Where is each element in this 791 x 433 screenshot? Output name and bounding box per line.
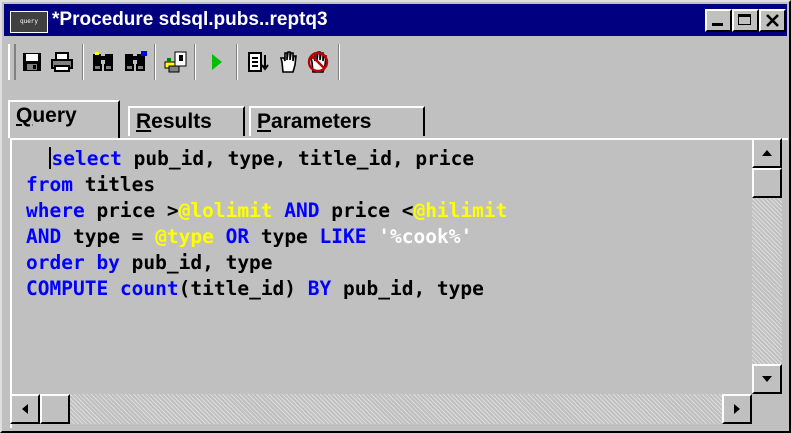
- query-app-icon[interactable]: query: [10, 11, 48, 33]
- horizontal-scroll-thumb[interactable]: [40, 394, 70, 424]
- horizontal-scrollbar[interactable]: [10, 394, 752, 424]
- toolbar-separator: [82, 44, 84, 80]
- scroll-left-button[interactable]: [10, 394, 40, 424]
- arrow-down-icon: [762, 376, 772, 382]
- toolbar: [4, 38, 787, 88]
- clear-breakpoint-button[interactable]: [304, 48, 332, 76]
- window-title: *Procedure sdsql.pubs..reptq3: [52, 9, 328, 30]
- save-icon: [23, 53, 41, 71]
- toolbar-separator: [154, 44, 156, 80]
- print-icon: [51, 52, 73, 72]
- run-button[interactable]: [202, 48, 230, 76]
- toolbar-separator: [236, 44, 238, 80]
- code-keyword: OR: [225, 225, 250, 248]
- code-text-run: (title_id): [178, 277, 308, 300]
- clear-breakpoint-icon: [307, 51, 329, 73]
- tab-parameters-label: arameters: [271, 110, 372, 133]
- code-text[interactable]: select pub_id, type, title_id, price fro…: [26, 146, 507, 302]
- run-icon: [212, 54, 222, 70]
- find-next-icon: [125, 51, 147, 71]
- find-next-button[interactable]: [122, 48, 150, 76]
- arrow-left-icon: [22, 404, 28, 414]
- code-keyword: select: [51, 147, 122, 170]
- code-text-run: pub_id, type, title_id, price: [121, 147, 475, 170]
- tab-parameters[interactable]: Parameters: [249, 106, 425, 136]
- code-text-run: [214, 225, 226, 248]
- tab-parameters-mnemonic: P: [257, 110, 272, 133]
- scroll-down-button[interactable]: [752, 364, 782, 394]
- save-button[interactable]: [18, 48, 46, 76]
- tab-results[interactable]: Results: [128, 106, 245, 136]
- minimize-button[interactable]: [705, 9, 732, 32]
- code-text-run: [108, 277, 120, 300]
- maximize-button[interactable]: [732, 9, 759, 32]
- code-variable: @hilimit: [413, 199, 508, 222]
- step-button[interactable]: [244, 48, 272, 76]
- print-button[interactable]: [48, 48, 76, 76]
- debug-icon: [164, 51, 187, 73]
- scroll-up-button[interactable]: [752, 138, 782, 168]
- close-icon: [766, 14, 779, 27]
- title-bar[interactable]: query *Procedure sdsql.pubs..reptq3: [4, 4, 787, 36]
- code-text-run: [273, 199, 285, 222]
- arrow-right-icon: [734, 404, 740, 414]
- toolbar-separator: [338, 44, 340, 80]
- tab-query-label: uery: [32, 104, 77, 127]
- code-keyword: from: [26, 173, 73, 196]
- code-keyword: order by: [26, 251, 120, 274]
- code-text-run: pub_id, type: [119, 251, 273, 274]
- code-text-run: titles: [72, 173, 156, 196]
- procedure-window: query *Procedure sdsql.pubs..reptq3 Quer…: [0, 0, 791, 433]
- code-text-run: type =: [61, 225, 156, 248]
- tab-query[interactable]: Query: [8, 100, 120, 138]
- code-keyword: count: [119, 277, 179, 300]
- toolbar-grip[interactable]: [8, 44, 16, 80]
- vertical-scroll-thumb[interactable]: [752, 168, 782, 198]
- code-string: '%cook%': [378, 225, 473, 248]
- toolbar-separator: [194, 44, 196, 80]
- code-text-run: price >: [84, 199, 179, 222]
- maximize-icon: [738, 14, 751, 25]
- code-variable: @lolimit: [178, 199, 273, 222]
- code-keyword: where: [26, 199, 85, 222]
- tab-results-mnemonic: R: [136, 110, 152, 133]
- close-button[interactable]: [759, 9, 786, 32]
- code-text-run: price <: [319, 199, 414, 222]
- scrollbar-corner: [752, 394, 782, 424]
- code-keyword: AND: [284, 199, 320, 222]
- code-keyword: AND: [26, 225, 62, 248]
- code-text-run: [367, 225, 379, 248]
- step-icon: [248, 52, 269, 72]
- code-text-run: type: [249, 225, 320, 248]
- code-text-run: pub_id, type: [331, 277, 484, 300]
- vertical-scrollbar[interactable]: [752, 138, 782, 394]
- code-keyword: BY: [307, 277, 332, 300]
- code-variable: @type: [155, 225, 214, 248]
- scroll-right-button[interactable]: [722, 394, 752, 424]
- find-icon: [93, 52, 113, 71]
- tab-results-label: esults: [151, 110, 212, 133]
- sql-editor[interactable]: select pub_id, type, title_id, price fro…: [10, 138, 788, 428]
- code-keyword: LIKE: [319, 225, 367, 248]
- debug-button[interactable]: [162, 48, 190, 76]
- app-icon-label: query: [19, 18, 39, 25]
- find-button[interactable]: [90, 48, 118, 76]
- breakpoint-icon: [279, 51, 297, 73]
- minimize-icon: [712, 23, 723, 26]
- breakpoint-button[interactable]: [274, 48, 302, 76]
- code-keyword: COMPUTE: [26, 277, 109, 300]
- arrow-up-icon: [762, 150, 772, 156]
- tab-query-mnemonic: Q: [16, 104, 33, 127]
